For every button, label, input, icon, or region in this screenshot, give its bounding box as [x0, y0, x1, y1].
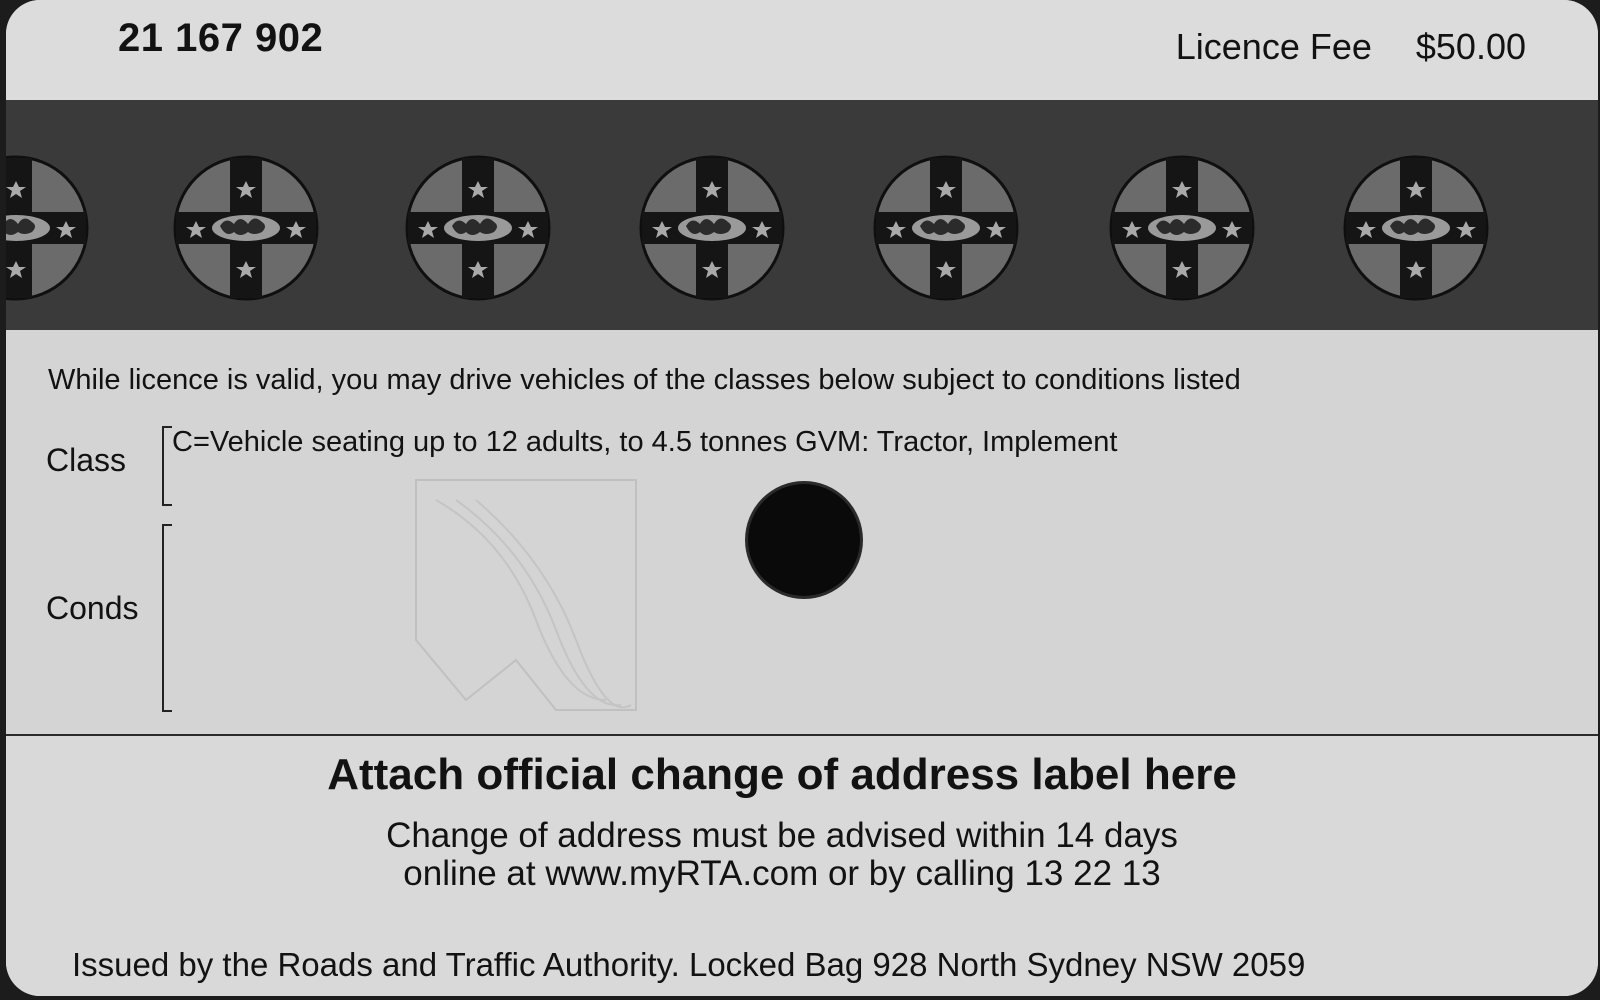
emblem-row: [6, 155, 1489, 301]
emblem-icon: [1343, 155, 1489, 301]
licence-fee-label: Licence Fee: [1175, 26, 1372, 67]
licence-card-back: 21 167 902 Licence Fee $50.00 While lice…: [6, 0, 1598, 996]
map-watermark-icon: [415, 479, 637, 711]
class-label: Class: [46, 442, 127, 478]
address-line-1: Change of address must be advised within…: [386, 816, 1178, 855]
conds-bracket: [162, 524, 172, 712]
card-number: 21 167 902: [118, 16, 324, 60]
emblem-icon: [873, 155, 1019, 301]
emblem-icon: [6, 155, 89, 301]
punch-hole: [748, 484, 860, 596]
class-value: C=Vehicle seating up to 12 adults, to 4.…: [172, 426, 1118, 458]
licence-fee-value: $50.00: [1415, 26, 1526, 67]
issuer-footer: Issued by the Roads and Traffic Authorit…: [72, 946, 1306, 983]
emblem-icon: [405, 155, 551, 301]
emblem-icon: [173, 155, 319, 301]
class-bracket: [162, 426, 172, 506]
conds-label: Conds: [46, 590, 139, 626]
address-line-2: online at www.myRTA.com or by calling 13…: [403, 854, 1161, 893]
address-heading: Attach official change of address label …: [327, 750, 1237, 799]
emblem-icon: [1109, 155, 1255, 301]
emblem-icon: [639, 155, 785, 301]
licence-intro: While licence is valid, you may drive ve…: [48, 364, 1241, 396]
address-label-area: Attach official change of address label …: [6, 736, 1598, 996]
licence-fee: Licence Fee $50.00: [1176, 26, 1526, 68]
emblem-band: [6, 100, 1598, 330]
licence-details: While licence is valid, you may drive ve…: [6, 330, 1598, 736]
top-strip: 21 167 902 Licence Fee $50.00: [6, 0, 1598, 100]
